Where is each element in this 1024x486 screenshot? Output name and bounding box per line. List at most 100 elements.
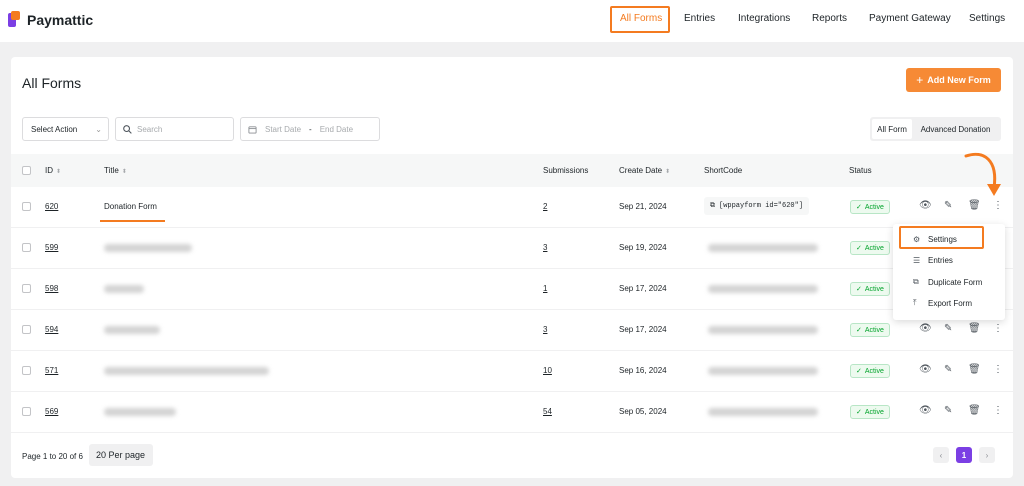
row-id-link[interactable]: 594 (45, 325, 58, 334)
edit-icon[interactable]: ✎ (944, 405, 952, 416)
duplicate-icon: ⧉ (913, 277, 919, 286)
header-create-date-label: Create Date (619, 166, 663, 175)
row-submissions-link[interactable]: 2 (543, 202, 547, 211)
shortcode-blurred[interactable] (708, 285, 818, 293)
menu-item-entries[interactable]: ☰ Entries (913, 256, 953, 265)
eye-icon[interactable]: 👁 (919, 405, 932, 416)
forms-card: All Forms + Add New Form Select Action ⌄… (11, 57, 1013, 478)
select-action-dropdown[interactable]: Select Action ⌄ (22, 117, 109, 141)
more-options-icon[interactable]: ⋮ (993, 364, 1003, 375)
eye-icon[interactable]: 👁 (919, 364, 932, 375)
table-row: 569 54 Sep 05, 2024 ✓ Active 👁 ✎ 🗑 ⋮ (11, 392, 1013, 433)
table-header: ID ⬍ Title ⬍ Submissions Create Date ⬍ Shor… (11, 154, 1013, 187)
trash-icon[interactable]: 🗑 (968, 405, 981, 416)
header-id[interactable]: ID ⬍ (45, 166, 61, 175)
edit-icon[interactable]: ✎ (944, 323, 952, 334)
brand[interactable]: Paymattic (8, 11, 93, 28)
add-new-form-label: Add New Form (927, 75, 991, 85)
row-checkbox[interactable] (22, 243, 31, 252)
next-page-button[interactable]: › (979, 447, 995, 463)
more-options-icon[interactable]: ⋮ (993, 200, 1003, 211)
status-label: Active (864, 285, 884, 293)
row-submissions-link[interactable]: 1 (543, 284, 547, 293)
tab-all-form[interactable]: All Form (872, 119, 912, 139)
header-shortcode: ShortCode (704, 166, 743, 175)
row-title-blurred[interactable] (104, 244, 192, 252)
shortcode-blurred[interactable] (708, 244, 818, 252)
nav-entries[interactable]: Entries (684, 13, 715, 24)
row-title-blurred[interactable] (104, 367, 269, 375)
menu-item-export-form[interactable]: ⤒ Export Form (913, 298, 972, 308)
eye-icon[interactable]: 👁 (919, 323, 932, 334)
row-title-link[interactable]: Donation Form (104, 202, 157, 211)
shortcode-blurred[interactable] (708, 367, 818, 375)
trash-icon[interactable]: 🗑 (968, 323, 981, 334)
sort-icon: ⬍ (121, 169, 127, 175)
row-checkbox[interactable] (22, 325, 31, 334)
header-create-date[interactable]: Create Date ⬍ (619, 166, 670, 175)
top-nav-bar: Paymattic All Forms Entries Integrations… (0, 0, 1024, 42)
row-submissions-link[interactable]: 54 (543, 407, 552, 416)
edit-icon[interactable]: ✎ (944, 364, 952, 375)
select-all-checkbox[interactable] (22, 166, 31, 175)
menu-item-label: Entries (928, 256, 953, 265)
status-label: Active (864, 408, 884, 416)
tab-advanced-donation[interactable]: Advanced Donation (912, 119, 999, 139)
status-badge: ✓ Active (850, 241, 890, 255)
menu-item-duplicate-form[interactable]: ⧉ Duplicate Form (913, 277, 982, 287)
row-title-blurred[interactable] (104, 285, 144, 293)
status-label: Active (864, 367, 884, 375)
select-action-label: Select Action (31, 124, 78, 134)
row-title-blurred[interactable] (104, 408, 176, 416)
row-id-link[interactable]: 599 (45, 243, 58, 252)
menu-item-label: Duplicate Form (928, 277, 983, 287)
add-new-form-button[interactable]: + Add New Form (906, 68, 1001, 92)
nav-reports[interactable]: Reports (812, 13, 847, 24)
more-options-icon[interactable]: ⋮ (993, 323, 1003, 334)
shortcode-blurred[interactable] (708, 408, 818, 416)
row-id-link[interactable]: 620 (45, 202, 58, 211)
shortcode-blurred[interactable] (708, 326, 818, 334)
trash-icon[interactable]: 🗑 (968, 200, 981, 211)
nav-settings[interactable]: Settings (969, 13, 1005, 24)
eye-icon[interactable]: 👁 (919, 200, 932, 211)
row-id-link[interactable]: 569 (45, 407, 58, 416)
check-circle-icon: ✓ (856, 245, 862, 252)
nav-integrations[interactable]: Integrations (738, 13, 790, 24)
nav-all-forms[interactable]: All Forms (620, 13, 662, 24)
search-input[interactable]: Search (115, 117, 234, 141)
row-checkbox[interactable] (22, 284, 31, 293)
menu-item-label: Export Form (928, 298, 973, 308)
header-submissions: Submissions (543, 166, 589, 175)
plus-icon: + (916, 73, 924, 87)
row-create-date: Sep 19, 2024 (619, 243, 667, 252)
row-submissions-link[interactable]: 3 (543, 325, 547, 334)
row-submissions-link[interactable]: 10 (543, 366, 552, 375)
nav-payment-gateway[interactable]: Payment Gateway (869, 13, 951, 24)
header-title[interactable]: Title ⬍ (104, 166, 127, 175)
prev-page-button[interactable]: ‹ (933, 447, 949, 463)
per-page-select[interactable]: 20 Per page (89, 444, 153, 466)
shortcode-copy[interactable]: ⧉ [wppayform id="620"] (704, 197, 810, 215)
trash-icon[interactable]: 🗑 (968, 364, 981, 375)
check-circle-icon: ✓ (856, 327, 862, 334)
row-id-link[interactable]: 571 (45, 366, 58, 375)
row-checkbox[interactable] (22, 407, 31, 416)
check-circle-icon: ✓ (856, 204, 862, 211)
row-create-date: Sep 05, 2024 (619, 407, 667, 416)
status-badge: ✓ Active (850, 200, 890, 214)
start-date-placeholder: Start Date (265, 124, 302, 134)
row-checkbox[interactable] (22, 366, 31, 375)
status-label: Active (864, 326, 884, 334)
status-label: Active (864, 203, 884, 211)
callout-arrow-icon (964, 152, 1001, 196)
row-title-blurred[interactable] (104, 326, 160, 334)
edit-icon[interactable]: ✎ (944, 200, 952, 211)
row-id-link[interactable]: 598 (45, 284, 58, 293)
status-label: Active (864, 244, 884, 252)
row-checkbox[interactable] (22, 202, 31, 211)
date-range-picker[interactable]: Start Date - End Date (240, 117, 380, 141)
row-submissions-link[interactable]: 3 (543, 243, 547, 252)
more-options-icon[interactable]: ⋮ (993, 405, 1003, 416)
page-number-button[interactable]: 1 (956, 447, 972, 463)
